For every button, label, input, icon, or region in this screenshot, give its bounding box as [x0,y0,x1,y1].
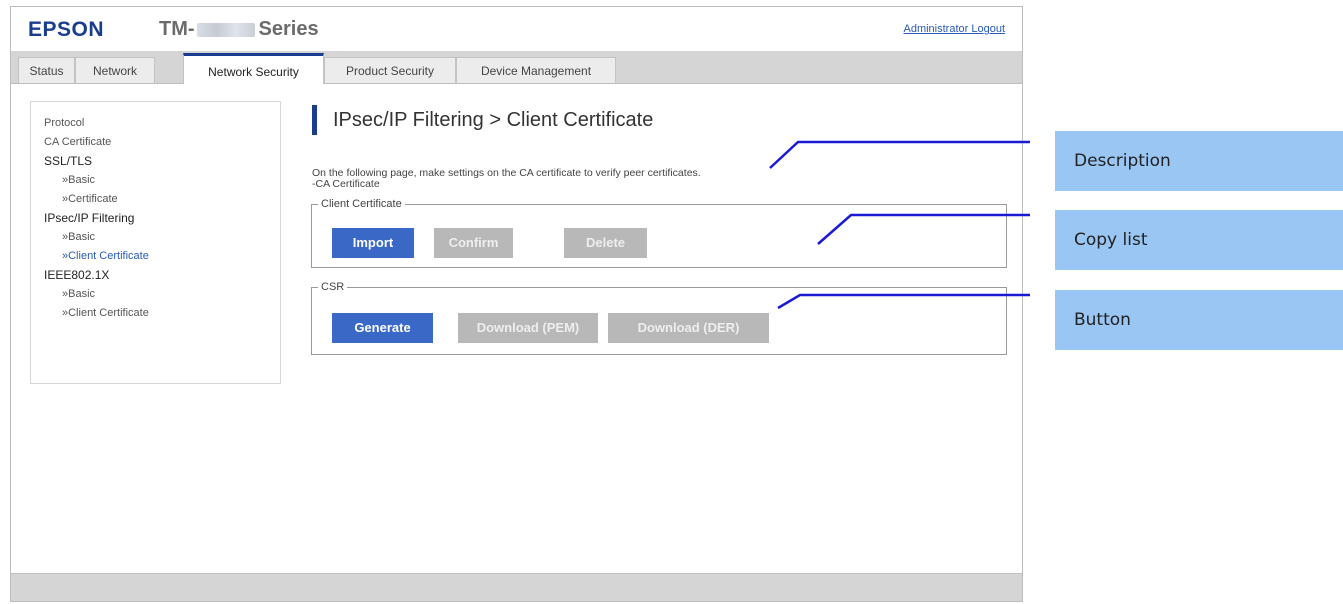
import-button[interactable]: Import [332,228,414,258]
delete-button[interactable]: Delete [564,228,647,258]
tab-network[interactable]: Network [75,57,155,83]
tab-bar: Status Network Network Security Product … [11,51,1022,84]
page-title: IPsec/IP Filtering > Client Certificate [312,105,653,135]
status-bar [11,573,1022,601]
redacted-model-number [196,22,255,37]
sidebar-item-protocol[interactable]: Protocol [44,114,280,133]
sidebar-menu: Protocol CA Certificate SSL/TLS »Basic »… [30,101,281,384]
sidebar-item-ieee-client-certificate[interactable]: »Client Certificate [44,304,280,323]
download-der-button[interactable]: Download (DER) [608,313,769,343]
tab-status[interactable]: Status [18,57,75,83]
tab-product-security[interactable]: Product Security [324,57,456,83]
generate-button[interactable]: Generate [332,313,433,343]
sidebar-item-ipsec-basic[interactable]: »Basic [44,228,280,247]
csr-group: CSR Generate Download (PEM) Download (DE… [311,281,1007,355]
page-header: EPSON TM- Series Administrator Logout [11,7,1022,47]
tab-network-security[interactable]: Network Security [183,53,324,84]
client-certificate-legend: Client Certificate [321,198,402,210]
csr-legend: CSR [321,281,345,293]
description-line-2: -CA Certificate [312,178,380,190]
tab-device-management[interactable]: Device Management [456,57,616,83]
client-certificate-group: Client Certificate Import Confirm Delete [311,198,1007,268]
sidebar-item-ieee-basic[interactable]: »Basic [44,285,280,304]
epson-logo: EPSON [28,18,105,41]
download-pem-button[interactable]: Download (PEM) [458,313,598,343]
sidebar-item-ca-certificate[interactable]: CA Certificate [44,133,280,152]
callout-button: Button [1055,290,1343,350]
main-content: Protocol CA Certificate SSL/TLS »Basic »… [11,84,1022,574]
confirm-button[interactable]: Confirm [434,228,513,258]
sidebar-item-ipsec-client-certificate[interactable]: »Client Certificate [44,247,280,266]
callout-copy-list: Copy list [1055,210,1343,270]
sidebar-section-ieee8021x[interactable]: IEEE802.1X [44,266,280,285]
browser-frame: EPSON TM- Series Administrator Logout Sta… [10,6,1023,602]
page-description: On the following page, make settings on … [312,168,701,190]
callout-description: Description [1055,131,1343,191]
administrator-logout-link[interactable]: Administrator Logout [904,23,1006,35]
model-suffix: Series [258,18,319,40]
sidebar-item-ssl-certificate[interactable]: »Certificate [44,190,280,209]
sidebar-section-ssl-tls[interactable]: SSL/TLS [44,152,280,171]
model-name: TM- Series [159,18,319,41]
sidebar-section-ipsec[interactable]: IPsec/IP Filtering [44,209,280,228]
model-prefix: TM- [159,18,195,40]
sidebar-item-ssl-basic[interactable]: »Basic [44,171,280,190]
